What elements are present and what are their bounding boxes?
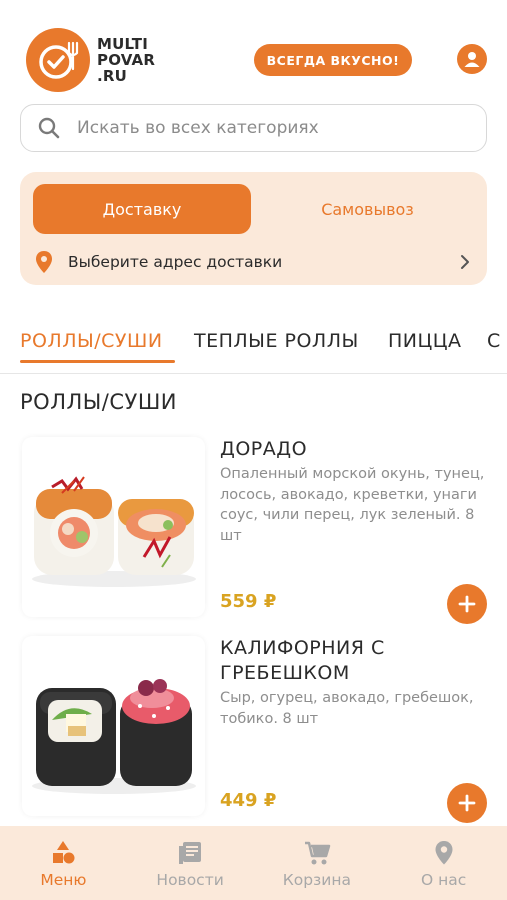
address-selector[interactable]: Выберите адрес доставки xyxy=(34,248,474,276)
profile-icon[interactable] xyxy=(457,44,487,74)
product-name[interactable]: КАЛИФОРНИЯ С ГРЕБЕШКОМ xyxy=(220,636,490,686)
nav-about[interactable]: О нас xyxy=(380,826,507,900)
section-title: РОЛЛЫ/СУШИ xyxy=(20,390,178,414)
nav-label: Новости xyxy=(156,871,224,889)
plus-icon xyxy=(458,794,476,812)
product-image[interactable] xyxy=(22,636,205,816)
nav-news[interactable]: Новости xyxy=(127,826,254,900)
nav-label: Меню xyxy=(40,871,87,889)
product-card[interactable]: ДОРАДО Опаленный морской окунь, тунец, л… xyxy=(0,437,507,627)
product-card[interactable]: КАЛИФОРНИЯ С ГРЕБЕШКОМ Сыр, огурец, авок… xyxy=(0,636,507,826)
product-description: Опаленный морской окунь, тунец, лосось, … xyxy=(220,466,485,544)
search-input[interactable]: Искать во всех категориях xyxy=(20,104,487,152)
news-icon xyxy=(175,838,205,868)
nav-label: О нас xyxy=(420,871,467,889)
location-pin-icon xyxy=(429,838,459,868)
tab-rolls-sushi[interactable]: РОЛЛЫ/СУШИ xyxy=(20,330,163,352)
product-price: 449 ₽ xyxy=(220,790,277,811)
add-to-cart-button[interactable] xyxy=(447,783,487,823)
nav-menu[interactable]: Меню xyxy=(0,826,127,900)
search-icon xyxy=(37,115,63,141)
nav-cart[interactable]: Корзина xyxy=(254,826,381,900)
menu-shapes-icon xyxy=(48,838,78,868)
pickup-button[interactable]: Самовывоз xyxy=(265,184,470,234)
logo-plate-icon[interactable] xyxy=(26,28,90,92)
tab-next-category[interactable]: С xyxy=(487,330,501,352)
bottom-navigation: Меню Новости Корзина О нас xyxy=(0,826,507,900)
category-tabs: РОЛЛЫ/СУШИ ТЕПЛЫЕ РОЛЛЫ ПИЦЦА С xyxy=(0,318,507,374)
search-placeholder: Искать во всех категориях xyxy=(77,118,319,138)
product-image[interactable] xyxy=(22,437,205,617)
nav-label: Корзина xyxy=(282,871,352,889)
product-description: Сыр, огурец, авокадо, гребешок, тобико. … xyxy=(220,690,474,727)
logo-text: MULTI POVAR .RU xyxy=(97,35,156,85)
add-to-cart-button[interactable] xyxy=(447,584,487,624)
chevron-right-icon xyxy=(456,253,474,271)
tagline-badge: ВСЕГДА ВКУСНО! xyxy=(254,44,412,76)
cart-icon xyxy=(302,838,332,868)
address-label: Выберите адрес доставки xyxy=(68,253,283,271)
app-header: MULTI POVAR .RU ВСЕГДА ВКУСНО! xyxy=(0,0,507,96)
tab-warm-rolls[interactable]: ТЕПЛЫЕ РОЛЛЫ xyxy=(194,330,359,352)
product-name[interactable]: ДОРАДО xyxy=(220,437,490,462)
delivery-button[interactable]: Доставку xyxy=(33,184,251,234)
delivery-mode-panel: Доставку Самовывоз Выберите адрес достав… xyxy=(20,172,487,285)
tab-pizza[interactable]: ПИЦЦА xyxy=(388,330,462,352)
product-price: 559 ₽ xyxy=(220,591,277,612)
plus-icon xyxy=(458,595,476,613)
active-tab-indicator xyxy=(20,360,175,363)
location-pin-icon xyxy=(34,250,54,274)
